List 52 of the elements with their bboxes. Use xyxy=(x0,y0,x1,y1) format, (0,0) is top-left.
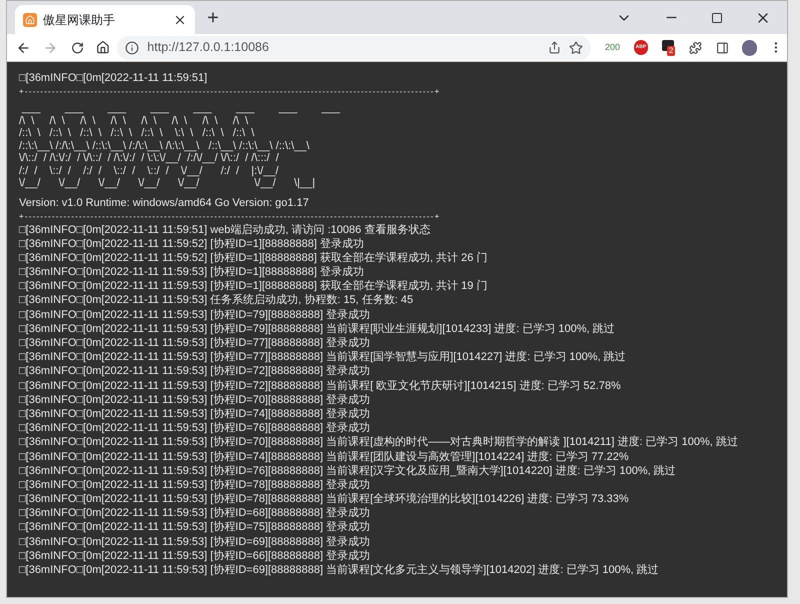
separator-line: +----------------------------------------------------------------------------------------------------------+ xyxy=(19,210,440,222)
home-icon[interactable] xyxy=(96,40,110,55)
log-line: □[36mINFO□[0m[2022-11-11 11:59:53] [协程ID=79][88888888] 当前课程[职业生涯规划][1014233] 进度: 已学习 100%, 跳过 xyxy=(19,322,615,336)
log-line: □[36mINFO□[0m[2022-11-11 11:59:53] [协程ID=74][88888888] 当前课程[团队建设与高效管理][1014224] 进度: 已学习 77.22% xyxy=(19,450,629,464)
log-line: □[36mINFO□[0m[2022-11-11 11:59:53] [协程ID=77][88888888] 登录成功 xyxy=(19,336,370,350)
browser-tab[interactable]: 傲星网课助手 xyxy=(15,5,195,34)
log-line: □[36mINFO□[0m[2022-11-11 11:59:53] [协程ID=69][88888888] 当前课程[文化多元主义与领导学][1014202] 进度: 已学习 100%, 跳过 xyxy=(19,563,659,578)
version-line: Version: v1.0 Runtime: windows/amd64 Go Version: go1.17 xyxy=(19,196,309,210)
log-line: □[36mINFO□[0m[2022-11-11 11:59:53] [协程ID=76][88888888] 当前课程[汉字文化及应用_暨南大学][1014220] 进度: 已学习 100%, 跳过 xyxy=(19,464,676,478)
log-line: □[36mINFO□[0m[2022-11-11 11:59:53] [协程ID=78][88888888] 登录成功 xyxy=(19,478,370,492)
log-line: □[36mINFO□[0m[2022-11-11 11:59:53] [协程ID=66][88888888] 登录成功 xyxy=(19,548,370,563)
bookmark-star-icon[interactable] xyxy=(568,40,583,54)
log-line: □[36mINFO□[0m[2022-11-11 11:59:53] [协程ID=72][88888888] 登录成功 xyxy=(19,364,370,379)
log-line: □[36mINFO□[0m[2022-11-11 11:59:53] [协程ID=76][88888888] 登录成功 xyxy=(19,421,370,436)
log-line: □[36mINFO□[0m[2022-11-11 11:59:53] [协程ID=70][88888888] 登录成功 xyxy=(19,392,370,407)
share-icon[interactable] xyxy=(548,41,561,54)
log-line: □[36mINFO□[0m[2022-11-11 11:59:52] [协程ID=1][88888888] 登录成功 xyxy=(19,236,364,251)
extension-counter[interactable]: 200 xyxy=(604,40,620,54)
new-tab-button[interactable]: + xyxy=(201,6,225,30)
separator-line: +----------------------------------------------------------------------------------------------------------+ xyxy=(19,86,440,98)
address-bar[interactable]: http://127.0.0.1:10086 xyxy=(117,36,591,60)
ascii-art-line: /:/ / \::/ / /:/ / \::/ / \::/ / \/__/ /:/ / |:\/__/ xyxy=(19,164,279,177)
maximize-icon[interactable] xyxy=(711,12,723,24)
tab-title: 傲星网课助手 xyxy=(43,12,116,28)
ascii-art-line: ___ ___ ___ ___ ___ ___ ___ ___ xyxy=(20,102,340,114)
log-line: □[36mINFO□[0m[2022-11-11 11:59:53] [协程ID=68][88888888] 登录成功 xyxy=(19,506,370,520)
log-line: □[36mINFO□[0m[2022-11-11 11:59:53] [协程ID=1][88888888] 登录成功 xyxy=(19,265,364,280)
log-line: □[36mINFO□[0m[2022-11-11 11:59:53] [协程ID=1][88888888] 获取全部在学课程成功, 共计 19 门 xyxy=(19,279,488,294)
ascii-art-line: /::\:\__\ /:/\:\__\ /::\:\__\ /:/\:\__\ /\:\:\__\ /::\__\ /::\:\__\ /::\:\__\ xyxy=(19,140,310,152)
log-line: □[36mINFO□[0m[2022-11-11 11:59:51] xyxy=(19,71,208,86)
ascii-art-line: \/__/ \/__/ \/__/ \/__/ \/__/ \/__/ \|__| xyxy=(19,177,316,190)
log-line: □[36mINFO□[0m[2022-11-11 11:59:53] [协程ID=70][88888888] 当前课程[虚构的时代——对古典时期哲学的解读 ][1014211] 进度: 已学习 100%, 跳过 xyxy=(19,435,738,450)
log-line: □[36mINFO□[0m[2022-11-11 11:59:53] [协程ID=77][88888888] 当前课程[国学智慧与应用][1014227] 进度: 已学习 100%, 跳过 xyxy=(19,350,626,364)
ascii-art-line: /\ \ /\ \ /\ \ /\ \ /\ \ /\ \ /\ \ /\ \ xyxy=(19,114,248,127)
reload-icon[interactable] xyxy=(70,40,84,54)
info-icon xyxy=(125,40,140,54)
ascii-art-line: /::\ \ /::\ \ /::\ \ /::\ \ /::\ \ \:\ \ /::\ \ /::\ \ xyxy=(19,127,254,140)
ascii-art-line: \/\::/ / /\:\/:/ / \/\::/ / /\:\/:/ / \:\:\/__/ /:/\/__/ \/\::/ / /\:::/ / xyxy=(19,152,279,164)
log-line: □[36mINFO□[0m[2022-11-11 11:59:53] 任务系统启动成功, 协程数: 15, 任务数: 45 xyxy=(19,293,414,308)
side-panel-icon[interactable] xyxy=(716,40,728,54)
profile-avatar[interactable] xyxy=(742,40,758,56)
extensions-icon[interactable] xyxy=(688,40,702,54)
log-line: □[36mINFO□[0m[2022-11-11 11:59:53] [协程ID=78][88888888] 当前课程[全球环境治理的比较][1014226] 进度: 已学习 73.33% xyxy=(19,492,629,506)
log-line: □[36mINFO□[0m[2022-11-11 11:59:51] web端启动成功, 请访问 :10086 查看服务状态 xyxy=(19,222,430,237)
log-line: □[36mINFO□[0m[2022-11-11 11:59:53] [协程ID=79][88888888] 登录成功 xyxy=(19,308,370,322)
log-line: □[36mINFO□[0m[2022-11-11 11:59:52] [协程ID=1][88888888] 获取全部在学课程成功, 共计 26 门 xyxy=(19,250,488,266)
log-line: □[36mINFO□[0m[2022-11-11 11:59:53] [协程ID=75][88888888] 登录成功 xyxy=(19,520,370,535)
log-line: □[36mINFO□[0m[2022-11-11 11:59:53] [协程ID=69][88888888] 登录成功 xyxy=(19,534,370,549)
log-line: □[36mINFO□[0m[2022-11-11 11:59:53] [协程ID=74][88888888] 登录成功 xyxy=(19,406,370,422)
url-text: http://127.0.0.1:10086 xyxy=(147,39,270,56)
log-line: □[36mINFO□[0m[2022-11-11 11:59:53] [协程ID=72][88888888] 当前课程[ 欧亚文化节庆研讨][1014215] 进度: 已学习 52.78% xyxy=(19,378,621,393)
house-icon xyxy=(23,12,37,26)
